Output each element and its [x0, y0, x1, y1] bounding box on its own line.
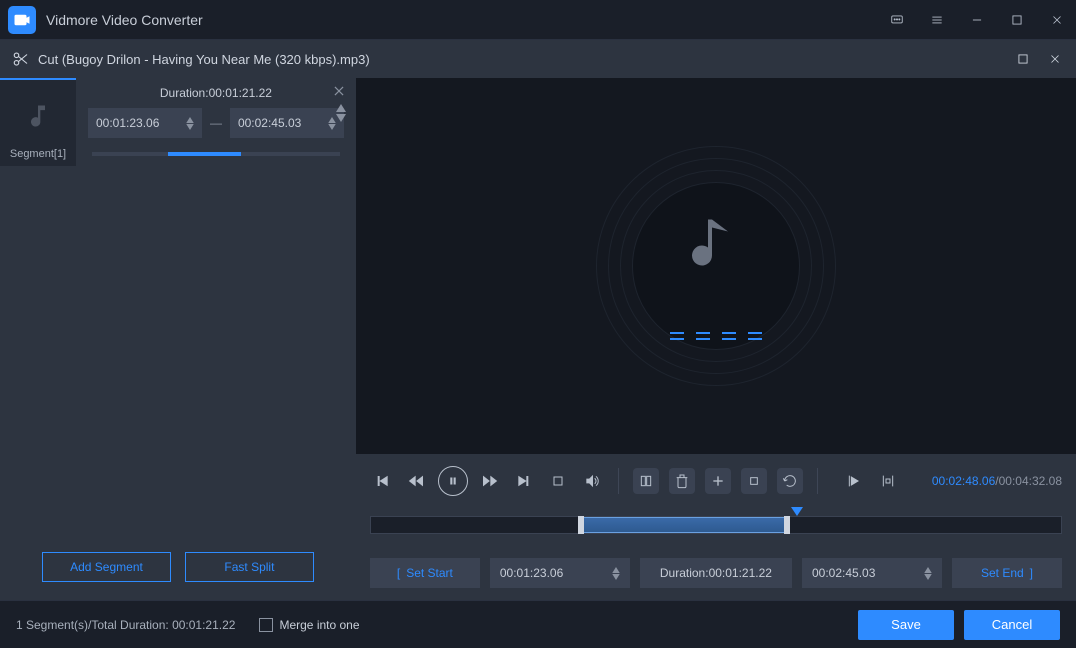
scissors-icon — [12, 50, 30, 68]
timeline-start-handle[interactable] — [578, 516, 584, 534]
save-button[interactable]: Save — [858, 610, 954, 640]
stepper-icon[interactable] — [328, 117, 336, 130]
range-end-input[interactable]: 00:02:45.03 — [802, 558, 942, 588]
range-row: [Set Start 00:01:23.06 Duration:00:01:21… — [356, 556, 1076, 600]
segment-end-input[interactable]: 00:02:45.03 — [230, 108, 344, 138]
cancel-button[interactable]: Cancel — [964, 610, 1060, 640]
volume-icon[interactable] — [580, 469, 604, 493]
timeline-end-handle[interactable] — [784, 516, 790, 534]
stepper-icon[interactable] — [612, 567, 620, 580]
merge-checkbox[interactable]: Merge into one — [259, 618, 359, 632]
fast-split-button[interactable]: Fast Split — [185, 552, 314, 582]
forward-icon[interactable] — [478, 469, 502, 493]
cut-header: Cut (Bugoy Drilon - Having You Near Me (… — [0, 40, 1076, 78]
segment-duration: Duration:00:01:21.22 — [88, 86, 344, 100]
segment-reorder[interactable] — [336, 104, 346, 122]
stop-icon[interactable] — [546, 469, 570, 493]
stepper-icon[interactable] — [924, 567, 932, 580]
crop-icon[interactable] — [741, 468, 767, 494]
right-panel: 00:02:48.06/00:04:32.08 [Set Start 00:01… — [356, 78, 1076, 600]
stepper-icon[interactable] — [186, 117, 194, 130]
skip-end-icon[interactable] — [512, 469, 536, 493]
segment-start-input[interactable]: 00:01:23.06 — [88, 108, 202, 138]
audio-disc-graphic — [596, 146, 836, 386]
segment-tab[interactable]: Segment[1] — [0, 78, 76, 166]
undo-icon[interactable] — [777, 468, 803, 494]
time-display: 00:02:48.06/00:04:32.08 — [932, 474, 1062, 488]
menu-icon[interactable] — [926, 9, 948, 31]
set-end-button[interactable]: Set End] — [952, 558, 1062, 588]
footer-info: 1 Segment(s)/Total Duration: 00:01:21.22 — [16, 618, 235, 632]
titlebar: Vidmore Video Converter — [0, 0, 1076, 40]
sub-maximize-icon[interactable] — [1014, 50, 1032, 68]
main-area: Segment[1] Duration:00:01:21.22 00:01:23… — [0, 78, 1076, 600]
add-icon[interactable] — [705, 468, 731, 494]
left-panel: Segment[1] Duration:00:01:21.22 00:01:23… — [0, 78, 356, 600]
segment-tab-label: Segment[1] — [10, 148, 66, 160]
set-start-button[interactable]: [Set Start — [370, 558, 480, 588]
close-icon[interactable] — [1046, 9, 1068, 31]
playhead-icon[interactable] — [791, 507, 803, 516]
stop-range-icon[interactable] — [876, 469, 900, 493]
feedback-icon[interactable] — [886, 9, 908, 31]
range-start-input[interactable]: 00:01:23.06 — [490, 558, 630, 588]
rewind-icon[interactable] — [404, 469, 428, 493]
equalizer-icon — [670, 332, 762, 340]
segment-header: Segment[1] Duration:00:01:21.22 00:01:23… — [0, 78, 356, 166]
footer: 1 Segment(s)/Total Duration: 00:01:21.22… — [0, 600, 1076, 648]
dash-separator: — — [210, 116, 222, 130]
playback-controls: 00:02:48.06/00:04:32.08 — [356, 454, 1076, 508]
sub-close-icon[interactable] — [1046, 50, 1064, 68]
music-file-icon — [24, 102, 52, 130]
delete-icon[interactable] — [669, 468, 695, 494]
segment-body: Duration:00:01:21.22 00:01:23.06 — 00:02… — [76, 78, 356, 166]
skip-start-icon[interactable] — [370, 469, 394, 493]
preview-area — [356, 78, 1076, 454]
pause-button[interactable] — [438, 466, 468, 496]
checkbox-icon — [259, 618, 273, 632]
app-logo — [8, 6, 36, 34]
maximize-icon[interactable] — [1006, 9, 1028, 31]
copy-segment-icon[interactable] — [633, 468, 659, 494]
timeline[interactable] — [370, 516, 1062, 534]
minimize-icon[interactable] — [966, 9, 988, 31]
window-controls — [886, 9, 1068, 31]
music-note-icon — [691, 215, 741, 278]
timeline-wrap — [356, 508, 1076, 556]
add-segment-button[interactable]: Add Segment — [42, 552, 171, 582]
segment-mini-timeline[interactable] — [92, 152, 340, 156]
app-title: Vidmore Video Converter — [46, 12, 886, 28]
segment-close-icon[interactable] — [332, 84, 346, 98]
cut-title: Cut (Bugoy Drilon - Having You Near Me (… — [38, 52, 370, 67]
range-duration: Duration:00:01:21.22 — [640, 558, 792, 588]
play-range-icon[interactable] — [842, 469, 866, 493]
